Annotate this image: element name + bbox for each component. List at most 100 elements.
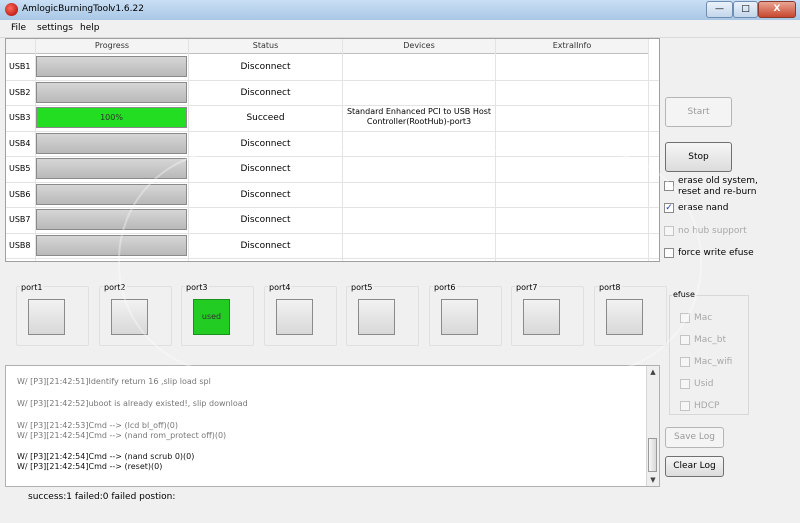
usb-row-label: USB6 <box>9 189 31 199</box>
progress-text <box>37 134 186 153</box>
progress-bar <box>36 81 187 103</box>
progress-bar <box>36 56 187 77</box>
grid-divider <box>342 39 343 261</box>
erase-nand-label: erase nand <box>678 203 729 213</box>
port-label: port6 <box>433 283 457 292</box>
efuse-mac-bt-checkbox[interactable] <box>680 335 690 345</box>
efuse-mac-wifi-label: Mac_wifi <box>694 357 733 367</box>
efuse-usid-checkbox[interactable] <box>680 379 690 389</box>
usb-row-label: USB2 <box>9 87 31 97</box>
log-output[interactable]: W/ [P3][21:42:51]Identify return 16 ,sli… <box>5 365 660 487</box>
header-progress: Progress <box>36 39 189 54</box>
port-group: port6 <box>429 283 502 346</box>
log-line: W/ [P3][21:42:54]Cmd --> (nand rom_prote… <box>17 431 227 440</box>
close-button[interactable]: X <box>758 1 796 18</box>
log-line: W/ [P3][21:42:51]Identify return 16 ,sli… <box>17 377 211 386</box>
port-button[interactable] <box>441 299 478 335</box>
efuse-mac-bt-label: Mac_bt <box>694 335 726 345</box>
menu-help[interactable]: help <box>80 23 99 33</box>
header-devices: Devices <box>343 39 496 54</box>
port-group: port4 <box>264 283 337 346</box>
progress-text <box>37 57 186 76</box>
port-button[interactable] <box>606 299 643 335</box>
port-button[interactable] <box>523 299 560 335</box>
grid-header-corner <box>6 39 36 54</box>
menu-settings[interactable]: settings <box>37 23 73 33</box>
port-button[interactable] <box>358 299 395 335</box>
progress-bar <box>36 234 187 256</box>
no-hub-support-checkbox[interactable] <box>664 226 674 236</box>
usb-row-label: USB5 <box>9 164 31 173</box>
efuse-mac-wifi-checkbox[interactable] <box>680 357 690 367</box>
grid-divider <box>648 39 649 261</box>
grid-row-divider <box>6 258 659 259</box>
progress-bar <box>36 209 187 230</box>
window-version: v1.6.22 <box>110 4 144 14</box>
grid-row-divider <box>6 130 659 132</box>
start-button[interactable]: Start <box>665 97 732 127</box>
force-write-efuse-checkbox[interactable] <box>664 248 674 258</box>
grid-row-divider <box>6 232 659 234</box>
usb-device-cell: Standard Enhanced PCI to USB Host Contro… <box>346 107 492 126</box>
checkmark-icon: ✓ <box>665 203 673 213</box>
log-scrollbar[interactable]: ▲ ▼ <box>646 366 659 486</box>
usb-row-label: USB1 <box>9 62 31 71</box>
scroll-down-icon[interactable]: ▼ <box>647 474 659 486</box>
efuse-title: efuse <box>672 290 696 299</box>
usb-row-label: USB4 <box>9 138 31 148</box>
log-line: W/ [P3][21:42:52]uboot is already existe… <box>17 399 248 408</box>
efuse-mac-label: Mac <box>694 313 713 323</box>
menu-file[interactable]: File <box>11 23 26 33</box>
port-button[interactable] <box>28 299 65 335</box>
log-line: W/ [P3][21:42:54]Cmd --> (nand scrub 0)(… <box>17 452 195 461</box>
minimize-button[interactable]: — <box>706 1 733 18</box>
efuse-mac-checkbox[interactable] <box>680 313 690 323</box>
port-button[interactable] <box>276 299 313 335</box>
usb-status-cell: Disconnect <box>240 215 291 225</box>
status-summary: success:1 failed:0 failed postion: <box>28 492 176 502</box>
grid-row-divider <box>6 181 659 183</box>
usb-status-cell: Disconnect <box>240 164 291 174</box>
efuse-group: efuse Mac Mac_bt Mac_wifi Usid HDCP <box>669 290 749 415</box>
port-button[interactable] <box>111 299 148 335</box>
stop-button[interactable]: Stop <box>665 142 732 172</box>
port-group: port7 <box>511 283 584 346</box>
scroll-up-icon[interactable]: ▲ <box>647 366 659 378</box>
port-label: port8 <box>598 283 622 292</box>
progress-text <box>37 236 186 255</box>
usb-status-grid: Progress Status Devices ExtralInfo USB1 D… <box>5 38 660 262</box>
port-group: port5 <box>346 283 419 346</box>
progress-text <box>37 210 186 229</box>
port-label: port1 <box>20 283 44 292</box>
port-label: port7 <box>515 283 539 292</box>
efuse-usid-label: Usid <box>694 379 714 389</box>
usb-row-label: USB7 <box>9 215 31 224</box>
scroll-thumb[interactable] <box>648 438 657 472</box>
progress-bar <box>36 158 187 179</box>
erase-nand-checkbox[interactable]: ✓ <box>664 203 674 213</box>
grid-row-divider <box>6 156 659 157</box>
port-label: port3 <box>185 283 209 292</box>
title-bar: AmlogicBurningTool v1.6.22 — □ X <box>0 0 800 20</box>
port-label: port4 <box>268 283 292 292</box>
port-label: port5 <box>350 283 374 292</box>
progress-text <box>37 83 186 102</box>
log-line: W/ [P3][21:42:54]Cmd --> (reset)(0) <box>17 462 163 471</box>
port-label: port2 <box>103 283 127 292</box>
efuse-hdcp-checkbox[interactable] <box>680 401 690 411</box>
grid-row-divider <box>6 105 659 106</box>
progress-bar: 100% <box>36 107 187 128</box>
clear-log-button[interactable]: Clear Log <box>665 456 724 477</box>
progress-text <box>37 185 186 204</box>
header-extrainfo: ExtralInfo <box>496 39 649 54</box>
maximize-button[interactable]: □ <box>733 1 758 18</box>
port-group: port2 <box>99 283 172 346</box>
erase-old-system-checkbox[interactable] <box>664 181 674 191</box>
grid-divider <box>188 39 189 261</box>
progress-bar <box>36 132 187 154</box>
port-group: port1 <box>16 283 89 346</box>
save-log-button[interactable]: Save Log <box>665 427 724 448</box>
port-button[interactable]: used <box>193 299 230 335</box>
progress-text <box>37 159 186 178</box>
header-status: Status <box>189 39 343 54</box>
